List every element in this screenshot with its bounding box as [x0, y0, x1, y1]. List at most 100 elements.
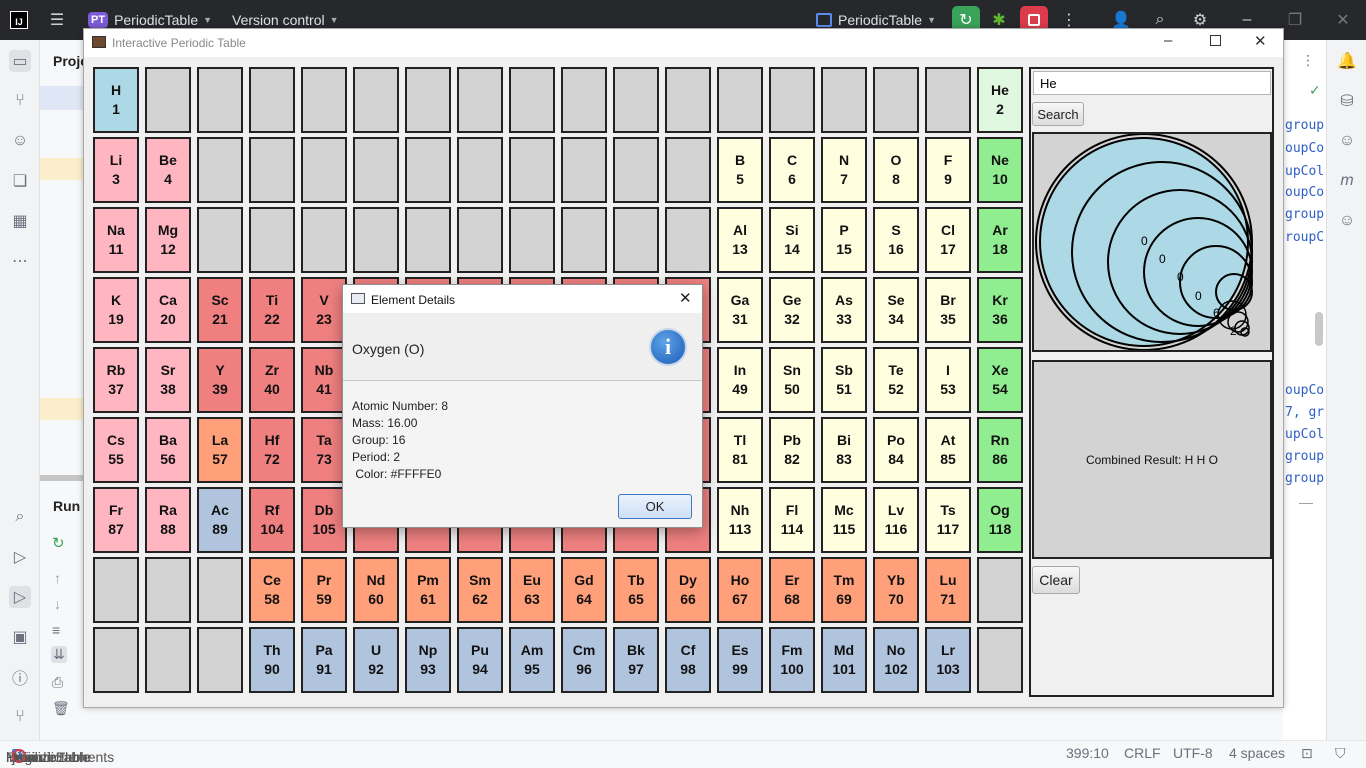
element-cell[interactable]: He 2: [977, 67, 1023, 133]
empty-cell[interactable]: [561, 67, 607, 133]
indent-setting[interactable]: 4 spaces: [1229, 745, 1285, 761]
element-cell[interactable]: Lu 71: [925, 557, 971, 623]
element-cell[interactable]: Na 11: [93, 207, 139, 273]
panel-divider[interactable]: [40, 475, 85, 481]
empty-cell[interactable]: [93, 557, 139, 623]
empty-cell[interactable]: [353, 67, 399, 133]
ok-button[interactable]: OK: [618, 494, 692, 519]
empty-cell[interactable]: [665, 207, 711, 273]
shield-icon[interactable]: ⛉: [1335, 745, 1346, 762]
minimize-panel-icon[interactable]: —: [1299, 494, 1313, 510]
element-cell[interactable]: Fr 87: [93, 487, 139, 553]
problems-icon[interactable]: ⓘ: [9, 666, 31, 688]
arrow-up-icon[interactable]: ↑: [54, 570, 61, 586]
element-cell[interactable]: Pb 82: [769, 417, 815, 483]
assistant-icon[interactable]: ☺: [1336, 210, 1358, 232]
element-cell[interactable]: B5: [717, 137, 763, 203]
element-cell[interactable]: Dy 66: [665, 557, 711, 623]
empty-cell[interactable]: [873, 67, 919, 133]
caret-position[interactable]: 399:10: [1066, 745, 1109, 761]
element-cell[interactable]: V 23: [301, 277, 347, 343]
empty-cell[interactable]: [405, 67, 451, 133]
empty-cell[interactable]: [249, 207, 295, 273]
element-cell[interactable]: Cs 55: [93, 417, 139, 483]
element-cell[interactable]: Md 101: [821, 627, 867, 693]
empty-cell[interactable]: [197, 557, 243, 623]
element-cell[interactable]: Ar 18: [977, 207, 1023, 273]
element-cell[interactable]: Ne 10: [977, 137, 1023, 203]
file-encoding[interactable]: UTF-8: [1173, 745, 1213, 761]
empty-cell[interactable]: [509, 207, 555, 273]
element-cell[interactable]: N7: [821, 137, 867, 203]
element-cell[interactable]: Cf 98: [665, 627, 711, 693]
lock-icon[interactable]: ⊡: [1301, 745, 1313, 762]
element-cell[interactable]: Kr 36: [977, 277, 1023, 343]
element-cell[interactable]: U 92: [353, 627, 399, 693]
element-cell[interactable]: Tb 65: [613, 557, 659, 623]
empty-cell[interactable]: [925, 67, 971, 133]
tree-row-highlight[interactable]: [40, 158, 85, 180]
line-separator[interactable]: CRLF: [1124, 745, 1161, 761]
element-cell[interactable]: As 33: [821, 277, 867, 343]
empty-cell[interactable]: [561, 137, 607, 203]
element-cell[interactable]: Li 3: [93, 137, 139, 203]
element-cell[interactable]: Sb 51: [821, 347, 867, 413]
empty-cell[interactable]: [509, 137, 555, 203]
empty-cell[interactable]: [405, 137, 451, 203]
element-cell[interactable]: Eu 63: [509, 557, 555, 623]
empty-cell[interactable]: [93, 627, 139, 693]
empty-cell[interactable]: [613, 137, 659, 203]
element-cell[interactable]: Rf 104: [249, 487, 295, 553]
element-cell[interactable]: Rb 37: [93, 347, 139, 413]
database-icon[interactable]: ⛁: [1336, 90, 1358, 112]
empty-cell[interactable]: [769, 67, 815, 133]
element-cell[interactable]: Zr 40: [249, 347, 295, 413]
empty-cell[interactable]: [301, 67, 347, 133]
element-cell[interactable]: Nb 41: [301, 347, 347, 413]
element-cell[interactable]: Ts 117: [925, 487, 971, 553]
search-input[interactable]: [1033, 71, 1271, 95]
empty-cell[interactable]: [509, 67, 555, 133]
more-tools-icon[interactable]: ⋯: [9, 250, 31, 272]
clear-button[interactable]: Clear: [1032, 566, 1080, 594]
empty-cell[interactable]: [301, 137, 347, 203]
element-cell[interactable]: Yb 70: [873, 557, 919, 623]
element-cell[interactable]: Cm 96: [561, 627, 607, 693]
empty-cell[interactable]: [613, 207, 659, 273]
element-cell[interactable]: Np 93: [405, 627, 451, 693]
element-cell[interactable]: No 102: [873, 627, 919, 693]
empty-cell[interactable]: [717, 67, 763, 133]
element-cell[interactable]: Ho 67: [717, 557, 763, 623]
element-cell[interactable]: Mg 12: [145, 207, 191, 273]
element-cell[interactable]: Am 95: [509, 627, 555, 693]
element-cell[interactable]: Al 13: [717, 207, 763, 273]
empty-cell[interactable]: [145, 67, 191, 133]
element-cell[interactable]: Fl 114: [769, 487, 815, 553]
element-cell[interactable]: Tm 69: [821, 557, 867, 623]
element-cell[interactable]: Pr 59: [301, 557, 347, 623]
element-cell[interactable]: Ti 22: [249, 277, 295, 343]
git-icon[interactable]: ⑂: [9, 706, 31, 728]
empty-cell[interactable]: [457, 137, 503, 203]
element-cell[interactable]: Be 4: [145, 137, 191, 203]
empty-cell[interactable]: [561, 207, 607, 273]
maven-icon[interactable]: m: [1336, 170, 1358, 192]
search-button[interactable]: Search: [1032, 102, 1084, 126]
empty-cell[interactable]: [301, 207, 347, 273]
element-cell[interactable]: Sc 21: [197, 277, 243, 343]
breadcrumb-item[interactable]: initializeElements: [6, 749, 114, 765]
element-cell[interactable]: Ga 31: [717, 277, 763, 343]
element-cell[interactable]: In 49: [717, 347, 763, 413]
element-cell[interactable]: Ta 73: [301, 417, 347, 483]
tree-row-selected[interactable]: [40, 86, 85, 110]
element-cell[interactable]: Sm 62: [457, 557, 503, 623]
close-icon[interactable]: ✕: [679, 289, 692, 307]
empty-cell[interactable]: [353, 207, 399, 273]
terminal-icon[interactable]: ▣: [9, 626, 31, 648]
empty-cell[interactable]: [197, 67, 243, 133]
tree-row-highlight[interactable]: [40, 398, 85, 420]
element-cell[interactable]: Ac 89: [197, 487, 243, 553]
empty-cell[interactable]: [457, 207, 503, 273]
arrow-down-icon[interactable]: ↓: [54, 596, 61, 612]
restore-icon[interactable]: ❐: [1286, 0, 1304, 40]
